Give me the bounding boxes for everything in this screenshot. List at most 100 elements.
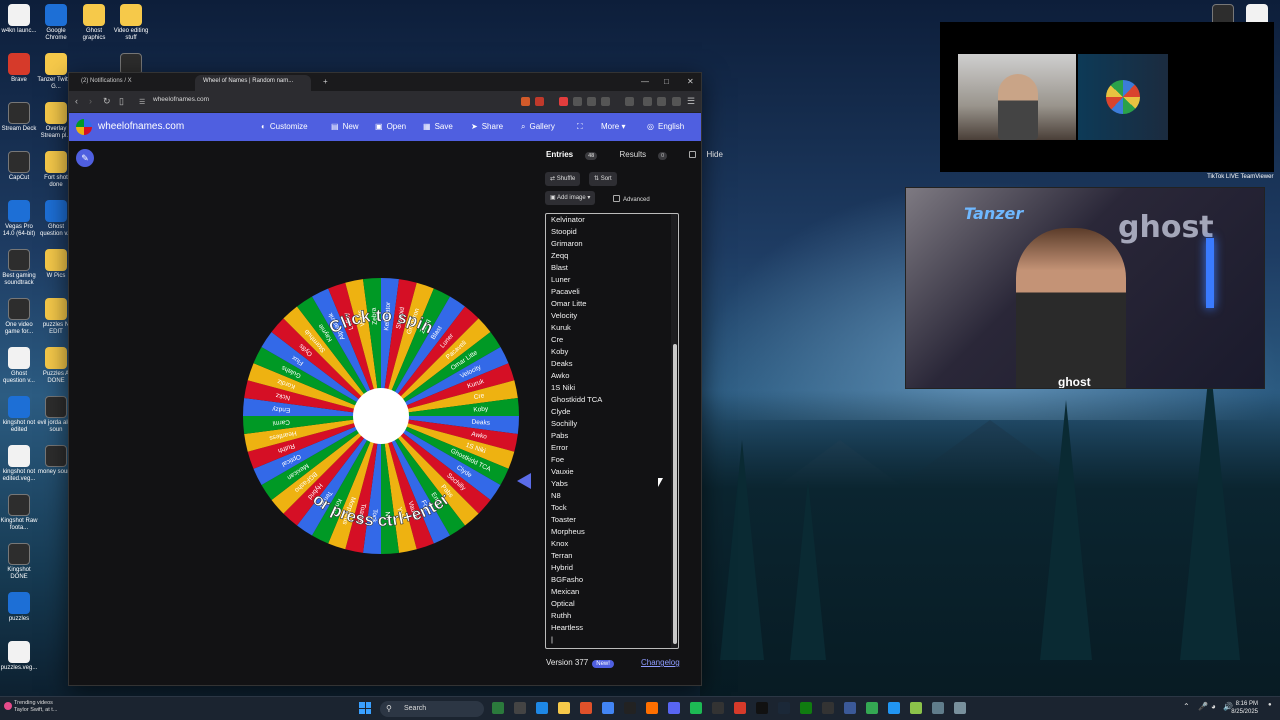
desktop-icon[interactable]: puzzles.veg... (0, 641, 38, 672)
entry-line[interactable]: Awko (551, 370, 602, 382)
url-field[interactable]: wheelofnames.com (153, 96, 209, 103)
desktop-icon[interactable]: Kingshot DONE (0, 543, 38, 581)
microphone-icon[interactable]: 🎤 (1198, 702, 1208, 711)
spotify-icon[interactable] (690, 702, 702, 714)
entry-line[interactable]: Pacaveli (551, 286, 602, 298)
tools-icon[interactable] (932, 702, 944, 714)
brave-shield-icon[interactable] (521, 97, 530, 106)
entry-line[interactable]: N8 (551, 490, 602, 502)
entry-line[interactable]: Toaster (551, 514, 602, 526)
entry-line[interactable]: Morpheus (551, 526, 602, 538)
desktop-icon[interactable]: Brave (0, 53, 38, 84)
shuffle-button[interactable]: ⇄ Shuffle (545, 172, 581, 186)
desktop-icon[interactable]: One video game for... (0, 298, 38, 336)
media-player-icon[interactable] (646, 702, 658, 714)
game-icon[interactable] (910, 702, 922, 714)
wheel-center-hub[interactable] (353, 388, 409, 444)
entry-line[interactable]: Ruthh (551, 610, 602, 622)
bookmark-icon[interactable]: ▯ (119, 96, 124, 107)
entry-line[interactable]: Tock (551, 502, 602, 514)
extension-icon[interactable] (587, 97, 596, 106)
tab-entries[interactable]: Entries 48 (546, 150, 607, 160)
minimize-icon[interactable]: — (641, 77, 649, 86)
notification-bell-icon[interactable]: ● (1268, 702, 1272, 708)
epic-games-icon[interactable] (822, 702, 834, 714)
entry-line[interactable]: Terran (551, 550, 602, 562)
brave-icon[interactable] (580, 702, 592, 714)
nav-new-button[interactable]: ▤ New (331, 122, 359, 131)
wallet-icon[interactable] (672, 97, 681, 106)
edit-pencil-icon[interactable]: ✎ (76, 149, 94, 167)
nav-english-button[interactable]: ◎ English (647, 122, 684, 131)
start-button[interactable] (359, 702, 371, 714)
close-icon[interactable]: ✕ (687, 77, 694, 86)
reload-icon[interactable]: ↻ (103, 96, 111, 107)
network-icon[interactable]: ◕ (1211, 702, 1216, 711)
edge-icon[interactable] (536, 702, 548, 714)
sort-button[interactable]: ⇅ Sort (589, 172, 617, 186)
maps-icon[interactable] (866, 702, 878, 714)
desktop-icon[interactable]: Kingshot Raw foota... (0, 494, 38, 532)
wheel-graphic[interactable]: Kelvinator Stoopid GrimaronZeqqBlastLunerP… (241, 276, 521, 556)
desktop-icon[interactable]: Ghost question v... (0, 347, 38, 385)
widgets-icon[interactable] (492, 702, 504, 714)
wheel[interactable]: Kelvinator Stoopid Grimaron Zeqq Blast Luner P… (241, 276, 521, 561)
hide-checkbox[interactable]: Hide (689, 150, 732, 159)
entry-line[interactable]: Luner (551, 274, 602, 286)
entry-line[interactable]: Foe (551, 454, 602, 466)
desktop-icon[interactable]: Ghost graphics (75, 4, 113, 42)
browser-menu-icon[interactable]: ☰ (687, 96, 695, 107)
new-tab-icon[interactable]: + (323, 77, 328, 86)
entries-scrollbar-thumb[interactable] (673, 344, 677, 644)
nav-save-button[interactable]: ▦ Save (423, 122, 453, 131)
entry-line[interactable]: Optical (551, 598, 602, 610)
desktop-icon[interactable]: kingshot not edited (0, 396, 38, 434)
tray-chevron-up-icon[interactable]: ⌃ (1183, 702, 1190, 711)
entry-line[interactable]: Deaks (551, 358, 602, 370)
entry-line[interactable]: Omar Litte (551, 298, 602, 310)
nav-customize-button[interactable]: ◐ Customize (261, 122, 308, 131)
extension-icon[interactable] (535, 97, 544, 106)
obs-icon[interactable] (712, 702, 724, 714)
chrome-icon[interactable] (602, 702, 614, 714)
entry-line[interactable]: Stoopid (551, 226, 602, 238)
entry-line[interactable]: Knox (551, 538, 602, 550)
entry-line[interactable]: Mexican (551, 586, 602, 598)
entry-line[interactable]: Grimaron (551, 238, 602, 250)
nav-fullscreen-button[interactable]: ⛶ (577, 122, 587, 132)
entry-line[interactable]: Yabs (551, 478, 602, 490)
entry-line[interactable]: Pabs (551, 430, 602, 442)
desktop-icon[interactable]: kingshot not edited.veg... (0, 445, 38, 483)
extension-icon[interactable] (601, 97, 610, 106)
entry-line[interactable]: Ghostkidd TCA (551, 394, 602, 406)
nav-gallery-button[interactable]: ⌕ Gallery (521, 122, 555, 132)
extension-icon[interactable] (573, 97, 582, 106)
tab-wheel-of-names[interactable]: Wheel of Names | Random nam... (195, 75, 311, 91)
file-explorer-icon[interactable] (558, 702, 570, 714)
taskbar-search[interactable]: ⚲ Search (380, 701, 484, 717)
discord-icon[interactable] (668, 702, 680, 714)
tab-notifications[interactable]: (2) Notifications / X (73, 75, 189, 91)
desktop-icon[interactable]: CapCut (0, 151, 38, 182)
entry-line[interactable]: Sochilly (551, 418, 602, 430)
entry-line[interactable]: Vauxie (551, 466, 602, 478)
xbox-icon[interactable] (800, 702, 812, 714)
nav-more-button[interactable]: More ▾ (601, 122, 629, 131)
entry-line[interactable]: Cre (551, 334, 602, 346)
desktop-icon[interactable]: Best gaming soundtrack (0, 249, 38, 287)
maximize-icon[interactable]: □ (664, 77, 669, 86)
extension-icon[interactable] (559, 97, 568, 106)
app-icon[interactable] (734, 702, 746, 714)
changelog-link[interactable]: Changelog (641, 658, 680, 667)
desktop-icon[interactable]: w4kn launc... (0, 4, 38, 35)
site-logo-icon[interactable] (76, 119, 92, 135)
app-icon[interactable] (888, 702, 900, 714)
entry-line[interactable]: Error (551, 442, 602, 454)
nav-share-button[interactable]: ➤ Share (471, 122, 503, 131)
news-widget[interactable]: Trending videos Taylor Swift, at t... (14, 700, 57, 714)
app-icon[interactable] (844, 702, 856, 714)
entry-line[interactable]: 1S Niki (551, 382, 602, 394)
entry-line[interactable]: Blast (551, 262, 602, 274)
site-name[interactable]: wheelofnames.com (98, 121, 184, 132)
back-icon[interactable]: ‹ (75, 96, 78, 106)
